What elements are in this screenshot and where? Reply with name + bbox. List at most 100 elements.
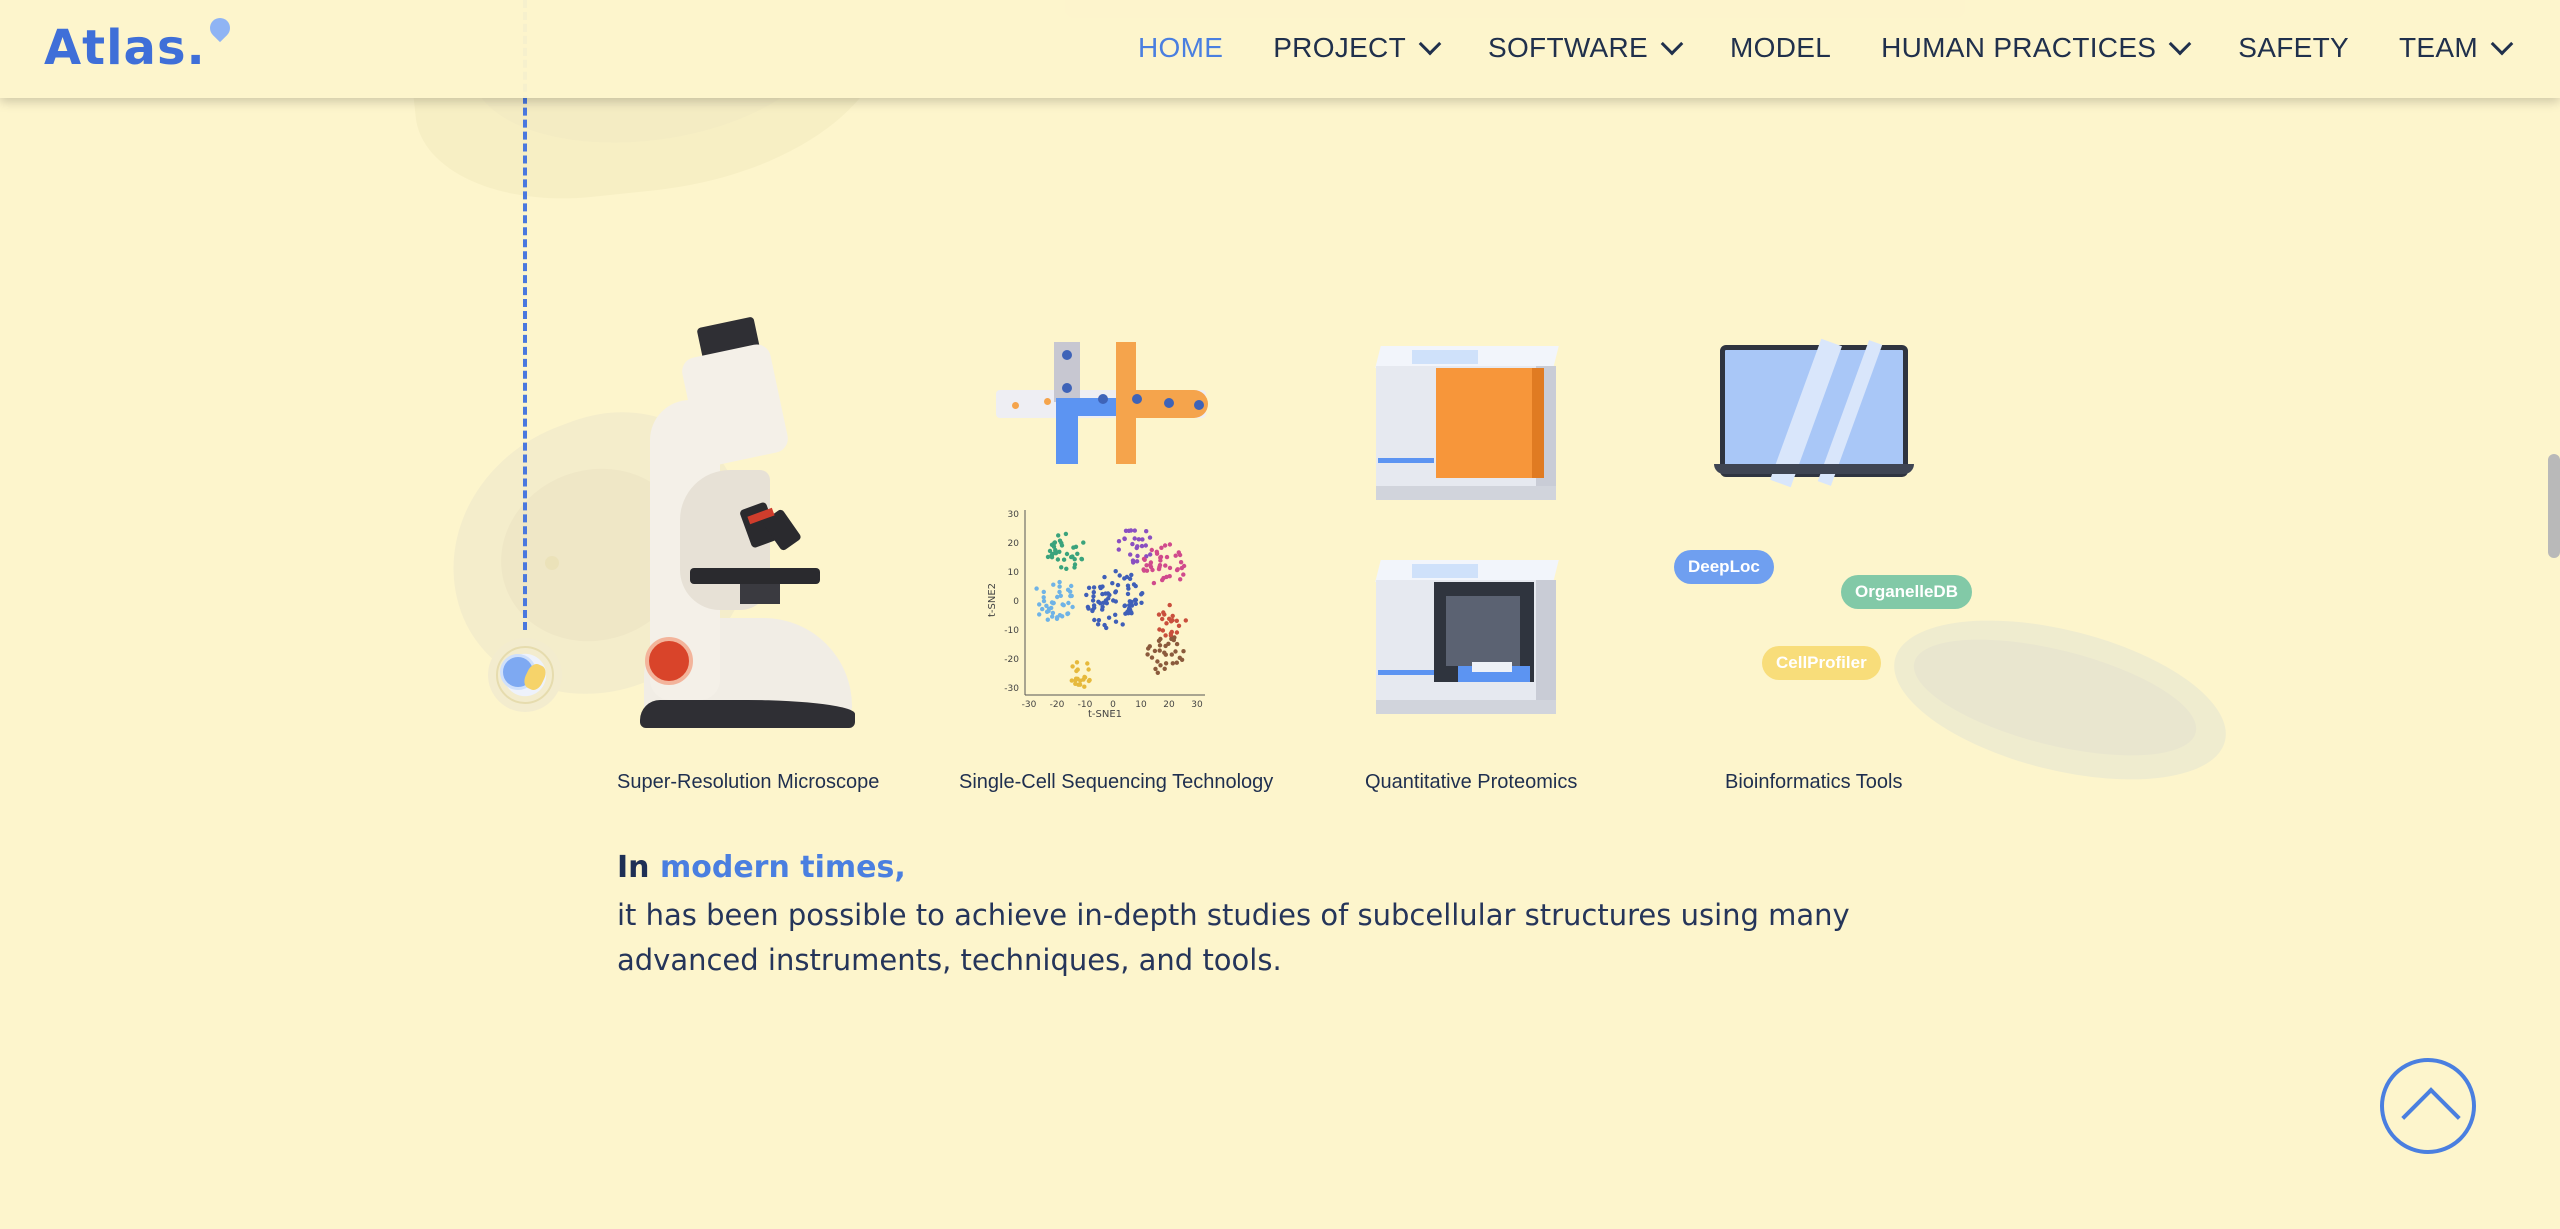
tsne-point	[1115, 582, 1121, 588]
nav-item-model[interactable]: MODEL	[1730, 32, 1831, 64]
tsne-point	[1050, 614, 1055, 619]
bioinformatics-caption: Bioinformatics Tools	[1725, 771, 1903, 793]
tsne-point	[1127, 603, 1132, 608]
tsne-point	[1167, 542, 1173, 547]
tsne-point	[1157, 643, 1163, 648]
tsne-point	[1162, 666, 1167, 671]
tsne-xlabel: t-SNE1	[1088, 709, 1122, 720]
tsne-point	[1123, 528, 1129, 533]
tsne-point	[1167, 574, 1172, 579]
tsne-point	[1082, 674, 1087, 680]
tsne-point	[1061, 557, 1067, 562]
tsne-point	[1128, 528, 1134, 533]
nav-item-home[interactable]: HOME	[1138, 32, 1223, 64]
tsne-point	[1046, 608, 1051, 614]
tsne-point	[1075, 676, 1080, 681]
site-logo[interactable]: Atlas.	[44, 13, 234, 78]
tsne-point	[1146, 646, 1151, 651]
tsne-point	[1057, 579, 1062, 585]
tsne-point	[1135, 544, 1140, 549]
tsne-point	[1125, 591, 1131, 597]
tsne-point	[1055, 594, 1060, 600]
nav-item-team[interactable]: TEAM	[2399, 32, 2514, 64]
chevron-up-icon	[2401, 1087, 2461, 1147]
tsne-point	[1155, 670, 1160, 675]
tsne-point	[1176, 550, 1181, 555]
tsne-point	[1132, 597, 1138, 603]
tsne-xtick-label: 10	[1135, 700, 1147, 710]
tsne-point	[1050, 610, 1056, 616]
tsne-point	[1170, 618, 1175, 623]
tsne-point	[1144, 529, 1149, 534]
tsne-point	[1152, 648, 1158, 654]
tsne-point	[1106, 615, 1112, 620]
tsne-point	[1069, 593, 1074, 599]
back-to-top-button[interactable]	[2380, 1058, 2476, 1154]
nav-item-project[interactable]: PROJECT	[1273, 32, 1442, 64]
tsne-point	[1173, 649, 1178, 654]
nav-item-human-practices[interactable]: HUMAN PRACTICES	[1881, 32, 2192, 64]
tsne-point	[1068, 589, 1073, 594]
tsne-point	[1145, 652, 1150, 657]
tsne-point	[1057, 589, 1062, 595]
tsne-point	[1162, 543, 1168, 548]
tsne-point	[1074, 660, 1080, 665]
tsne-point	[1100, 607, 1105, 612]
tsne-point	[1127, 576, 1133, 581]
tsne-point	[1117, 573, 1122, 578]
tsne-point	[1158, 663, 1163, 668]
tsne-point	[1179, 657, 1185, 662]
tsne-point	[1070, 664, 1075, 669]
tsne-point	[1167, 565, 1173, 571]
tsne-point	[1050, 551, 1055, 557]
tsne-point	[1074, 668, 1079, 674]
main-nav: HOME PROJECT SOFTWARE MODEL HUMAN PRACTICES S…	[1088, 0, 2514, 96]
tsne-point	[1113, 569, 1118, 574]
intro-body-text: it has been possible to achieve in-depth…	[617, 898, 1850, 977]
tsne-point	[1160, 628, 1166, 633]
tsne-point	[1154, 551, 1160, 556]
tsne-xtick-label: 20	[1163, 700, 1175, 710]
tsne-point	[1052, 540, 1058, 545]
tsne-point	[1064, 551, 1070, 557]
tsne-point	[1095, 622, 1101, 627]
tsne-point	[1120, 622, 1125, 627]
tsne-point	[1175, 567, 1180, 572]
tsne-point	[1057, 549, 1062, 554]
tsne-point	[1170, 613, 1175, 619]
tsne-point	[1139, 543, 1145, 549]
tsne-point	[1128, 610, 1134, 615]
tsne-point	[1167, 602, 1172, 608]
tsne-point	[1061, 603, 1066, 608]
tsne-point	[1040, 606, 1045, 612]
tsne-ytick-label: -10	[1004, 626, 1019, 636]
tsne-point	[1159, 545, 1164, 550]
tsne-point	[1092, 617, 1097, 623]
tsne-point	[1158, 554, 1164, 560]
tsne-point	[1181, 649, 1186, 654]
tsne-point	[1141, 556, 1147, 562]
tsne-ytick-label: 0	[1013, 597, 1019, 607]
logo-text: Atlas.	[44, 20, 206, 76]
nav-item-software[interactable]: SOFTWARE	[1488, 32, 1684, 64]
tsne-point	[1174, 618, 1179, 623]
tsne-ytick-label: -20	[1004, 655, 1019, 665]
nav-item-safety[interactable]: SAFETY	[2238, 32, 2349, 64]
tsne-point	[1070, 604, 1075, 610]
tsne-point	[1096, 618, 1102, 623]
sequencing-caption: Single-Cell Sequencing Technology	[959, 771, 1274, 793]
tsne-point	[1107, 592, 1112, 598]
tsne-point	[1157, 648, 1162, 653]
tsne-ytick-label: 20	[1008, 539, 1020, 549]
tsne-point	[1081, 540, 1086, 545]
tsne-point	[1128, 552, 1133, 557]
tsne-point	[1169, 629, 1174, 635]
tsne-point	[1113, 589, 1119, 594]
tsne-point	[1173, 553, 1178, 558]
tsne-point	[1131, 560, 1136, 565]
timeline-cell-icon	[488, 638, 562, 712]
tsne-point	[1063, 531, 1069, 537]
tsne-point	[1129, 572, 1134, 578]
tsne-point	[1113, 619, 1119, 624]
page-scrollbar-thumb[interactable]	[2548, 454, 2560, 558]
